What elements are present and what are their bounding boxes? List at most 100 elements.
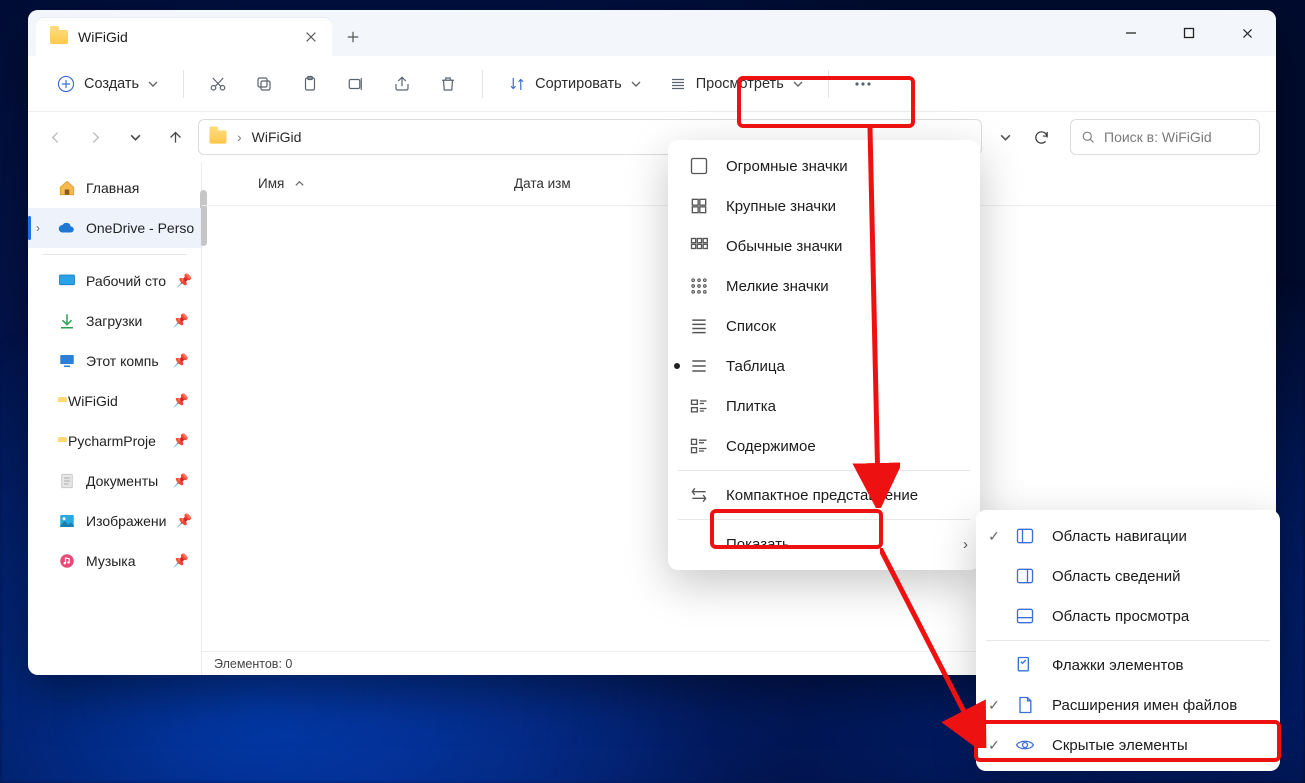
sidebar-item-музыка[interactable]: Музыка📌 bbox=[28, 541, 201, 581]
sidebar-item-изображени[interactable]: Изображени📌 bbox=[28, 501, 201, 541]
view-button[interactable]: Просмотреть bbox=[658, 66, 814, 102]
search-icon bbox=[1081, 130, 1096, 145]
maximize-button[interactable] bbox=[1160, 10, 1218, 56]
delete-button[interactable] bbox=[428, 66, 468, 102]
sidebar-item-загрузки[interactable]: Загрузки📌 bbox=[28, 301, 201, 341]
sidebar-item-label: Изображени bbox=[86, 513, 166, 529]
rename-button[interactable] bbox=[336, 66, 376, 102]
menu-item-icon bbox=[1014, 525, 1036, 547]
show-menu-item[interactable]: ✓Флажки элементов bbox=[976, 645, 1280, 685]
show-submenu: ✓Область навигации✓Область сведений✓Обла… bbox=[976, 510, 1280, 771]
menu-item-icon bbox=[688, 395, 710, 417]
check-icon: ✓ bbox=[986, 528, 1002, 545]
forward-button[interactable] bbox=[78, 120, 112, 154]
sort-asc-icon bbox=[294, 178, 305, 189]
show-menu-item[interactable]: ✓Область просмотра bbox=[976, 596, 1280, 636]
menu-item-icon bbox=[1014, 605, 1036, 627]
rename-icon bbox=[346, 74, 366, 94]
breadcrumb-folder[interactable]: WiFiGid bbox=[252, 129, 302, 145]
menu-item-icon bbox=[688, 355, 710, 377]
more-icon bbox=[853, 74, 873, 94]
minimize-button[interactable] bbox=[1102, 10, 1160, 56]
sidebar-item-label: WiFiGid bbox=[68, 393, 118, 409]
sort-icon bbox=[507, 74, 527, 94]
sidebar-item-onedrive---perso[interactable]: › OneDrive - Perso bbox=[28, 208, 201, 248]
folder-icon bbox=[209, 130, 226, 143]
search-placeholder: Поиск в: WiFiGid bbox=[1104, 129, 1212, 145]
menu-item-icon bbox=[1014, 694, 1036, 716]
sort-button[interactable]: Сортировать bbox=[497, 66, 652, 102]
up-button[interactable] bbox=[158, 120, 192, 154]
view-menu-item[interactable]: Огромные значки bbox=[668, 146, 980, 186]
navbar: › WiFiGid Поиск в: WiFiGid bbox=[28, 112, 1276, 162]
show-menu-item[interactable]: ✓ Область навигации bbox=[976, 516, 1280, 556]
view-menu-item[interactable]: Компактное представление bbox=[668, 475, 980, 515]
view-menu-item[interactable]: Таблица bbox=[668, 346, 980, 386]
new-label: Создать bbox=[84, 76, 139, 92]
view-menu-item[interactable]: Список bbox=[668, 306, 980, 346]
check-icon: ✓ bbox=[986, 737, 1002, 754]
sidebar-item-этот-компь[interactable]: Этот компь 📌 bbox=[28, 341, 201, 381]
paste-button[interactable] bbox=[290, 66, 330, 102]
view-menu-item[interactable]: Крупные значки bbox=[668, 186, 980, 226]
column-name[interactable]: Имя bbox=[202, 176, 514, 191]
cut-button[interactable] bbox=[198, 66, 238, 102]
view-menu-item[interactable]: Мелкие значки bbox=[668, 266, 980, 306]
titlebar: WiFiGid bbox=[28, 10, 1276, 56]
share-button[interactable] bbox=[382, 66, 422, 102]
sidebar-item-label: Документы bbox=[86, 473, 158, 489]
view-icon bbox=[668, 74, 688, 94]
pin-icon: 📌 bbox=[173, 353, 189, 369]
view-menu-item[interactable]: Содержимое bbox=[668, 426, 980, 466]
sidebar-item-wifigid[interactable]: WiFiGid📌 bbox=[28, 381, 201, 421]
copy-icon bbox=[254, 74, 274, 94]
share-icon bbox=[392, 74, 412, 94]
sidebar-item-label: Загрузки bbox=[86, 313, 142, 329]
recent-button[interactable] bbox=[118, 120, 152, 154]
menu-item-label: Содержимое bbox=[726, 438, 816, 455]
view-menu-item[interactable]: Плитка bbox=[668, 386, 980, 426]
plus-circle-icon bbox=[56, 74, 76, 94]
pin-icon: 📌 bbox=[173, 553, 189, 569]
menu-item-icon bbox=[688, 533, 710, 555]
chevron-right-icon[interactable]: › bbox=[36, 221, 40, 235]
more-button[interactable] bbox=[843, 66, 883, 102]
tab-title: WiFiGid bbox=[78, 29, 294, 45]
view-label: Просмотреть bbox=[696, 76, 784, 92]
pc-icon bbox=[58, 352, 76, 370]
show-menu-item[interactable]: ✓Расширения имен файлов bbox=[976, 685, 1280, 725]
chevron-right-icon: › bbox=[963, 536, 968, 553]
back-button[interactable] bbox=[38, 120, 72, 154]
view-menu: Огромные значкиКрупные значкиОбычные зна… bbox=[668, 140, 980, 570]
sidebar-item-label: OneDrive - Perso bbox=[86, 220, 194, 236]
menu-item-icon bbox=[688, 315, 710, 337]
view-menu-item[interactable]: Показать› bbox=[668, 524, 980, 564]
sidebar-item-документы[interactable]: Документы📌 bbox=[28, 461, 201, 501]
new-tab-button[interactable] bbox=[332, 18, 374, 56]
refresh-button[interactable] bbox=[1024, 120, 1058, 154]
sidebar-item-главная[interactable]: Главная bbox=[28, 168, 201, 208]
menu-item-label: Область сведений bbox=[1052, 568, 1180, 585]
sidebar-item-рабочий-сто[interactable]: Рабочий сто📌 bbox=[28, 261, 201, 301]
copy-button[interactable] bbox=[244, 66, 284, 102]
view-menu-item[interactable]: Обычные значки bbox=[668, 226, 980, 266]
menu-item-label: Область навигации bbox=[1052, 528, 1187, 545]
pin-icon: 📌 bbox=[173, 433, 189, 449]
chevron-down-icon bbox=[630, 78, 642, 90]
addr-dropdown-button[interactable] bbox=[988, 120, 1022, 154]
sidebar: Главная›OneDrive - PersoРабочий сто📌Загр… bbox=[28, 162, 202, 675]
close-tab-icon[interactable] bbox=[304, 30, 318, 44]
menu-item-icon bbox=[688, 155, 710, 177]
menu-item-icon bbox=[688, 275, 710, 297]
close-button[interactable] bbox=[1218, 10, 1276, 56]
show-menu-item[interactable]: ✓Область сведений bbox=[976, 556, 1280, 596]
menu-item-icon bbox=[1014, 565, 1036, 587]
sidebar-item-label: Этот компь bbox=[86, 353, 159, 369]
sidebar-item-label: Главная bbox=[86, 180, 139, 196]
tab[interactable]: WiFiGid bbox=[36, 18, 332, 56]
menu-item-label: Флажки элементов bbox=[1052, 657, 1184, 674]
sidebar-item-pycharmproje[interactable]: PycharmProje📌 bbox=[28, 421, 201, 461]
search-box[interactable]: Поиск в: WiFiGid bbox=[1070, 119, 1260, 155]
new-button[interactable]: Создать bbox=[46, 66, 169, 102]
show-menu-item[interactable]: ✓Скрытые элементы bbox=[976, 725, 1280, 765]
